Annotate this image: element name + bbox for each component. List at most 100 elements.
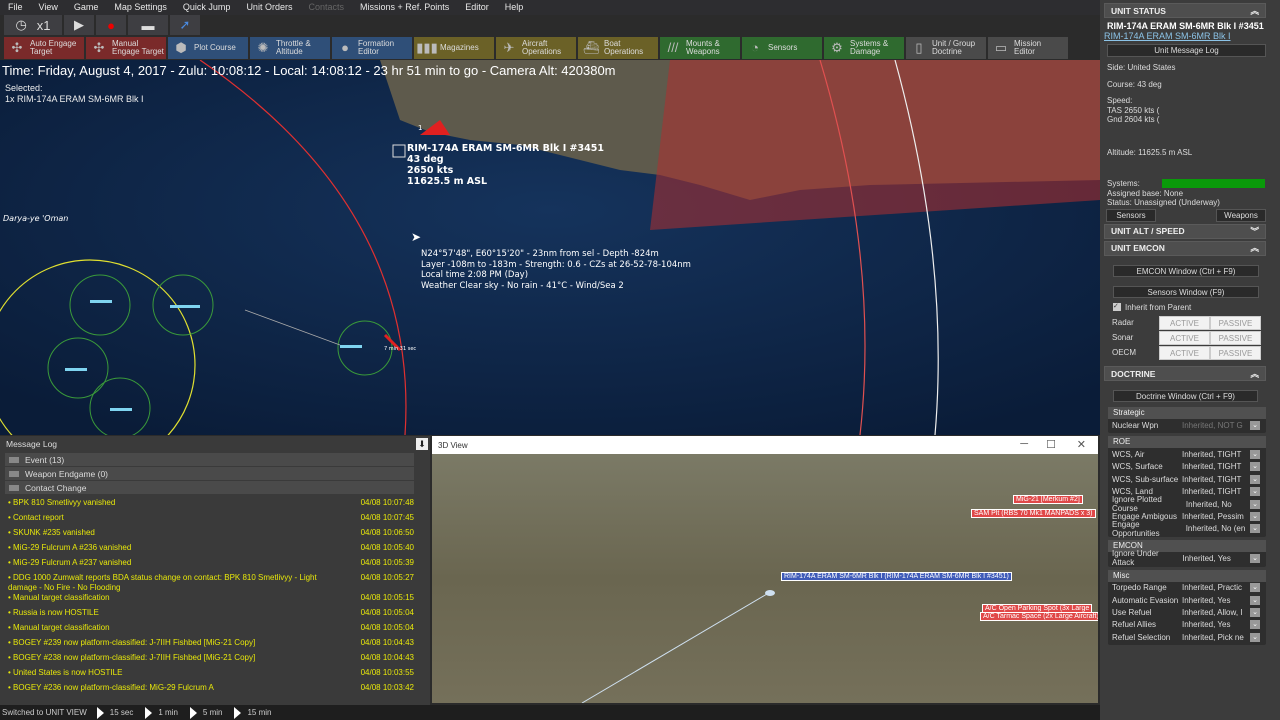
- unit-alt-speed-header[interactable]: UNIT ALT / SPEED ︾: [1104, 223, 1266, 239]
- toolbar-formation-editor-button[interactable]: ● Formation Editor: [332, 37, 412, 59]
- doctrine-setting[interactable]: WCS, Air Inherited, TIGHT ⌄: [1108, 448, 1266, 460]
- log-group[interactable]: Contact Change: [5, 481, 414, 494]
- setting-dropdown[interactable]: Inherited, Pessim ⌄: [1182, 512, 1260, 522]
- toolbar-magazines-button[interactable]: ▮▮▮ Magazines: [414, 37, 494, 59]
- inherit-checkbox[interactable]: ✓: [1113, 303, 1121, 312]
- setting-dropdown[interactable]: Inherited, TIGHT ⌄: [1182, 487, 1260, 497]
- scroll-to-bottom-icon[interactable]: ⬇: [416, 438, 428, 450]
- menu-map-settings[interactable]: Map Settings: [106, 0, 175, 15]
- log-entry[interactable]: • SKUNK #235 vanished 04/08 10:06:50: [0, 528, 430, 543]
- setting-dropdown[interactable]: Inherited, Allow, I ⌄: [1182, 607, 1260, 617]
- doctrine-window-button[interactable]: Doctrine Window (Ctrl + F9): [1113, 390, 1258, 402]
- unit-message-log-button[interactable]: Unit Message Log: [1107, 44, 1266, 57]
- toolbar-plot-course-button[interactable]: ⬢ Plot Course: [168, 37, 248, 59]
- log-entry[interactable]: • Manual target classification 04/08 10:0…: [0, 593, 430, 608]
- menu-contacts[interactable]: Contacts: [300, 0, 352, 15]
- doctrine-setting[interactable]: WCS, Sub-surface Inherited, TIGHT ⌄: [1108, 473, 1266, 485]
- doctrine-setting[interactable]: Refuel Allies Inherited, Yes ⌄: [1108, 619, 1266, 631]
- menu-file[interactable]: File: [0, 0, 31, 15]
- toolbar-throttle-altitude-button[interactable]: ✺ Throttle & Altitude: [250, 37, 330, 59]
- emcon-window-button[interactable]: EMCON Window (Ctrl + F9): [1113, 264, 1259, 277]
- menu-quick-jump[interactable]: Quick Jump: [175, 0, 239, 15]
- setting-dropdown[interactable]: Inherited, Practic ⌄: [1182, 583, 1260, 593]
- active-toggle[interactable]: ACTIVE: [1159, 346, 1210, 360]
- missile-label[interactable]: RIM-174A ERAM SM-6MR Blk I (RIM-174A ERA…: [781, 572, 1012, 581]
- setting-dropdown[interactable]: Inherited, TIGHT ⌄: [1182, 450, 1260, 460]
- time-step-button[interactable]: 15 min: [234, 706, 271, 719]
- toolbar-unit-group-doctrine-button[interactable]: ▯ Unit / Group Doctrine: [906, 37, 986, 59]
- 3d-view-window[interactable]: 3D View ─ ☐ ✕ MiG-21 [Merkum #2] SAM Plt…: [432, 436, 1098, 703]
- sensors-window-button[interactable]: Sensors Window (F9): [1113, 285, 1259, 298]
- minimize-icon[interactable]: ─: [1020, 438, 1028, 450]
- doctrine-setting[interactable]: Ignore Under Attack Inherited, Yes ⌄: [1108, 549, 1266, 567]
- unit-status-header[interactable]: UNIT STATUS ︽: [1104, 3, 1266, 18]
- sensors-button[interactable]: Sensors: [1106, 208, 1156, 222]
- doctrine-setting[interactable]: Engage Opportunities Inherited, No (en ⌄: [1108, 520, 1266, 538]
- sam-label[interactable]: SAM Plt (RBS 70 Mk1 MANPADS x 3): [971, 509, 1096, 518]
- unit-class-link[interactable]: RIM-174A ERAM SM-6MR Blk I: [1100, 31, 1280, 41]
- toolbar-mission-editor-button[interactable]: ▭ Mission Editor: [988, 37, 1068, 59]
- tarmac-label[interactable]: A/C Tarmac Space (2x Large Aircraft): [980, 612, 1098, 621]
- setting-dropdown[interactable]: Inherited, No (en ⌄: [1186, 524, 1260, 534]
- log-entry[interactable]: • BOGEY #236 now platform-classified: Mi…: [0, 683, 430, 698]
- unit-emcon-header[interactable]: UNIT EMCON ︽: [1104, 240, 1266, 256]
- play-button[interactable]: ▶: [64, 15, 94, 35]
- setting-dropdown[interactable]: Inherited, TIGHT ⌄: [1182, 462, 1260, 472]
- menu-game[interactable]: Game: [66, 0, 107, 15]
- doctrine-setting[interactable]: Automatic Evasion Inherited, Yes ⌄: [1108, 594, 1266, 606]
- toolbar-systems-damage-button[interactable]: ⚙ Systems & Damage: [824, 37, 904, 59]
- record-button[interactable]: ●: [96, 15, 126, 35]
- menu-missions-ref-points[interactable]: Missions + Ref. Points: [352, 0, 457, 15]
- toolbar-aircraft-operations-button[interactable]: ✈ Aircraft Operations: [496, 37, 576, 59]
- doctrine-setting[interactable]: Nuclear Wpn Inherited, NOT G ⌄: [1108, 419, 1266, 431]
- log-entry[interactable]: • BPK 810 Smetlivyy vanished 04/08 10:07:…: [0, 498, 430, 513]
- log-entry[interactable]: • United States is now HOSTILE 04/08 10:0…: [0, 668, 430, 683]
- passive-toggle[interactable]: PASSIVE: [1210, 346, 1261, 360]
- toolbar-boat-operations-button[interactable]: ⛴ Boat Operations: [578, 37, 658, 59]
- setting-dropdown[interactable]: Inherited, TIGHT ⌄: [1182, 474, 1260, 484]
- maximize-icon[interactable]: ☐: [1046, 438, 1056, 451]
- weapons-button[interactable]: Weapons: [1216, 208, 1266, 222]
- toolbar-mounts-weapons-button[interactable]: /// Mounts & Weapons: [660, 37, 740, 59]
- setting-dropdown[interactable]: Inherited, Pick ne ⌄: [1182, 632, 1260, 642]
- log-entry[interactable]: • BOGEY #238 now platform-classified: J-…: [0, 653, 430, 668]
- terrain-view-button[interactable]: ▬: [128, 15, 168, 35]
- time-step-button[interactable]: 5 min: [189, 706, 222, 719]
- active-toggle[interactable]: ACTIVE: [1159, 316, 1210, 330]
- log-entry[interactable]: • Manual target classification 04/08 10:0…: [0, 623, 430, 638]
- setting-dropdown[interactable]: Inherited, NOT G ⌄: [1182, 420, 1260, 430]
- doctrine-setting[interactable]: Refuel Selection Inherited, Pick ne ⌄: [1108, 631, 1266, 643]
- log-entry[interactable]: • DDG 1000 Zumwalt reports BDA status ch…: [0, 573, 430, 593]
- log-group[interactable]: Event (13): [5, 453, 414, 466]
- menu-editor[interactable]: Editor: [457, 0, 497, 15]
- setting-dropdown[interactable]: Inherited, Yes ⌄: [1182, 620, 1260, 630]
- menu-view[interactable]: View: [31, 0, 66, 15]
- doctrine-setting[interactable]: Torpedo Range Inherited, Practic ⌄: [1108, 582, 1266, 594]
- active-toggle[interactable]: ACTIVE: [1159, 331, 1210, 345]
- log-entry[interactable]: • MiG-29 Fulcrum A #237 vanished 04/08 10…: [0, 558, 430, 573]
- setting-dropdown[interactable]: Inherited, Yes ⌄: [1182, 553, 1260, 563]
- doctrine-header[interactable]: DOCTRINE ︽: [1104, 366, 1266, 381]
- doctrine-setting[interactable]: Use Refuel Inherited, Allow, I ⌄: [1108, 606, 1266, 618]
- doctrine-setting[interactable]: Ignore Plotted Course Inherited, No ⌄: [1108, 495, 1266, 513]
- toolbar-auto-engage-target-button[interactable]: ✣ Auto Engage Target: [4, 37, 84, 59]
- passive-toggle[interactable]: PASSIVE: [1210, 316, 1261, 330]
- tactical-map[interactable]: [0, 60, 1100, 435]
- time-step-button[interactable]: 15 sec: [96, 706, 133, 719]
- menu-unit-orders[interactable]: Unit Orders: [238, 0, 300, 15]
- log-entry[interactable]: • BOGEY #239 now platform-classified: J-…: [0, 638, 430, 653]
- time-step-button[interactable]: 1 min: [145, 706, 178, 719]
- log-entry[interactable]: • Russia is now HOSTILE 04/08 10:05:04: [0, 608, 430, 623]
- menu-help[interactable]: Help: [497, 0, 532, 15]
- log-group[interactable]: Weapon Endgame (0): [5, 467, 414, 480]
- toolbar-manual-engage-target-button[interactable]: ✣ Manual Engage Target: [86, 37, 166, 59]
- arrow-button[interactable]: ➚: [170, 15, 200, 35]
- passive-toggle[interactable]: PASSIVE: [1210, 331, 1261, 345]
- close-icon[interactable]: ✕: [1077, 438, 1086, 451]
- setting-dropdown[interactable]: Inherited, No ⌄: [1186, 499, 1260, 509]
- toolbar-sensors-button[interactable]: ◔ Sensors: [742, 37, 822, 59]
- time-compression-button[interactable]: ◷ x1: [4, 15, 62, 35]
- doctrine-setting[interactable]: WCS, Surface Inherited, TIGHT ⌄: [1108, 461, 1266, 473]
- mig21-label[interactable]: MiG-21 [Merkum #2]: [1013, 495, 1083, 504]
- setting-dropdown[interactable]: Inherited, Yes ⌄: [1182, 595, 1260, 605]
